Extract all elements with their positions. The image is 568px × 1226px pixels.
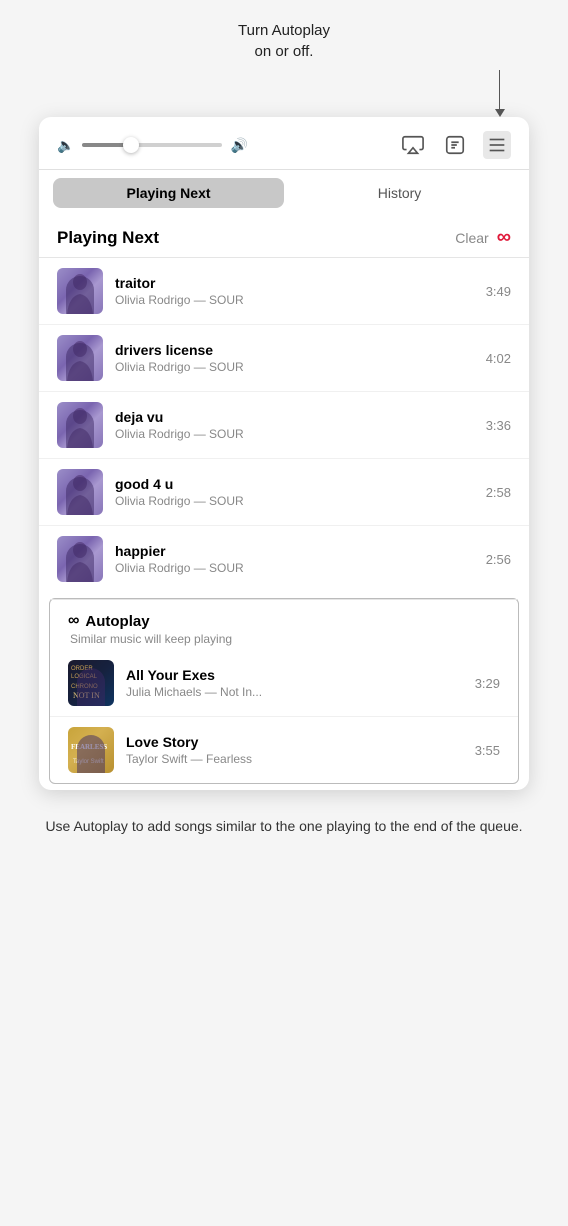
autoplay-section: ∞ Autoplay Similar music will keep playi…: [49, 598, 519, 784]
right-icon-group: [399, 131, 511, 159]
track-duration: 4:02: [486, 351, 511, 366]
track-duration: 3:36: [486, 418, 511, 433]
svg-text:LOGICAL: LOGICAL: [71, 674, 98, 680]
track-name: deja vu: [115, 409, 474, 425]
section-actions: Clear ∞: [455, 226, 511, 249]
track-item[interactable]: happier Olivia Rodrigo — SOUR 2:56: [39, 526, 529, 592]
tab-history[interactable]: History: [284, 178, 515, 208]
track-thumbnail: FEARLESS Taylor Swift: [68, 727, 114, 773]
track-info: drivers license Olivia Rodrigo — SOUR: [115, 342, 474, 374]
track-duration: 3:55: [475, 743, 500, 758]
autoplay-label-area: ∞ Autoplay Similar music will keep playi…: [68, 612, 232, 646]
volume-slider[interactable]: [82, 143, 222, 147]
section-header: Playing Next Clear ∞: [39, 216, 529, 258]
volume-thumb[interactable]: [123, 137, 139, 153]
tab-playing-next[interactable]: Playing Next: [53, 178, 284, 208]
track-info: traitor Olivia Rodrigo — SOUR: [115, 275, 474, 307]
autoplay-infinity-icon: ∞: [68, 612, 79, 630]
track-info: All Your Exes Julia Michaels — Not In...: [126, 667, 463, 699]
track-artist: Taylor Swift — Fearless: [126, 752, 463, 766]
track-artist: Olivia Rodrigo — SOUR: [115, 427, 474, 441]
section-title: Playing Next: [57, 228, 159, 248]
track-name: happier: [115, 543, 474, 559]
autoplay-toggle-icon[interactable]: ∞: [497, 226, 511, 249]
volume-control[interactable]: 🔈 🔊: [57, 137, 399, 154]
airplay-button[interactable]: [399, 131, 427, 159]
autoplay-header: ∞ Autoplay Similar music will keep playi…: [50, 599, 518, 650]
track-item[interactable]: good 4 u Olivia Rodrigo — SOUR 2:58: [39, 459, 529, 526]
volume-min-icon: 🔈: [57, 137, 74, 154]
track-thumbnail: [57, 335, 103, 381]
track-name: Love Story: [126, 734, 463, 750]
autoplay-subtitle: Similar music will keep playing: [68, 632, 232, 646]
track-item[interactable]: drivers license Olivia Rodrigo — SOUR 4:02: [39, 325, 529, 392]
track-thumbnail: [57, 469, 103, 515]
track-item[interactable]: NOT IN CHRONO LOGICAL ORDER All Your Exe…: [50, 650, 518, 717]
svg-text:ORDER: ORDER: [71, 666, 93, 672]
top-controls: 🔈 🔊: [39, 117, 529, 170]
track-name: traitor: [115, 275, 474, 291]
tabs-row: Playing Next History: [39, 170, 529, 216]
track-artist: Julia Michaels — Not In...: [126, 685, 463, 699]
svg-text:NOT IN: NOT IN: [73, 691, 100, 700]
track-name: good 4 u: [115, 476, 474, 492]
bottom-note: Use Autoplay to add songs similar to the…: [0, 800, 568, 853]
track-info: deja vu Olivia Rodrigo — SOUR: [115, 409, 474, 441]
track-duration: 2:58: [486, 485, 511, 500]
track-duration: 3:29: [475, 676, 500, 691]
queue-button[interactable]: [483, 131, 511, 159]
tooltip-area: Turn Autoplay on or off.: [0, 0, 568, 62]
track-duration: 3:49: [486, 284, 511, 299]
track-name: drivers license: [115, 342, 474, 358]
track-info: Love Story Taylor Swift — Fearless: [126, 734, 463, 766]
track-thumbnail: NOT IN CHRONO LOGICAL ORDER: [68, 660, 114, 706]
track-item[interactable]: FEARLESS Taylor Swift Love Story Taylor S…: [50, 717, 518, 783]
track-info: happier Olivia Rodrigo — SOUR: [115, 543, 474, 575]
lyrics-button[interactable]: [441, 131, 469, 159]
track-item[interactable]: deja vu Olivia Rodrigo — SOUR 3:36: [39, 392, 529, 459]
svg-text:CHRONO: CHRONO: [71, 684, 98, 690]
track-info: good 4 u Olivia Rodrigo — SOUR: [115, 476, 474, 508]
autoplay-track-list: NOT IN CHRONO LOGICAL ORDER All Your Exe…: [50, 650, 518, 783]
track-artist: Olivia Rodrigo — SOUR: [115, 561, 474, 575]
music-queue-panel: 🔈 🔊: [39, 117, 529, 790]
tooltip-text: Turn Autoplay on or off.: [238, 22, 330, 60]
clear-button[interactable]: Clear: [455, 230, 488, 246]
autoplay-title-row: ∞ Autoplay: [68, 612, 232, 630]
track-thumbnail: [57, 268, 103, 314]
track-duration: 2:56: [486, 552, 511, 567]
track-thumbnail: [57, 402, 103, 448]
track-item[interactable]: traitor Olivia Rodrigo — SOUR 3:49: [39, 258, 529, 325]
svg-text:FEARLESS: FEARLESS: [71, 743, 107, 751]
volume-max-icon: 🔊: [230, 137, 247, 154]
track-artist: Olivia Rodrigo — SOUR: [115, 494, 474, 508]
track-artist: Olivia Rodrigo — SOUR: [115, 360, 474, 374]
track-list: traitor Olivia Rodrigo — SOUR 3:49 drivers…: [39, 258, 529, 592]
track-name: All Your Exes: [126, 667, 463, 683]
svg-text:Taylor Swift: Taylor Swift: [73, 759, 104, 765]
autoplay-title: Autoplay: [85, 613, 149, 630]
track-thumbnail: [57, 536, 103, 582]
track-artist: Olivia Rodrigo — SOUR: [115, 293, 474, 307]
